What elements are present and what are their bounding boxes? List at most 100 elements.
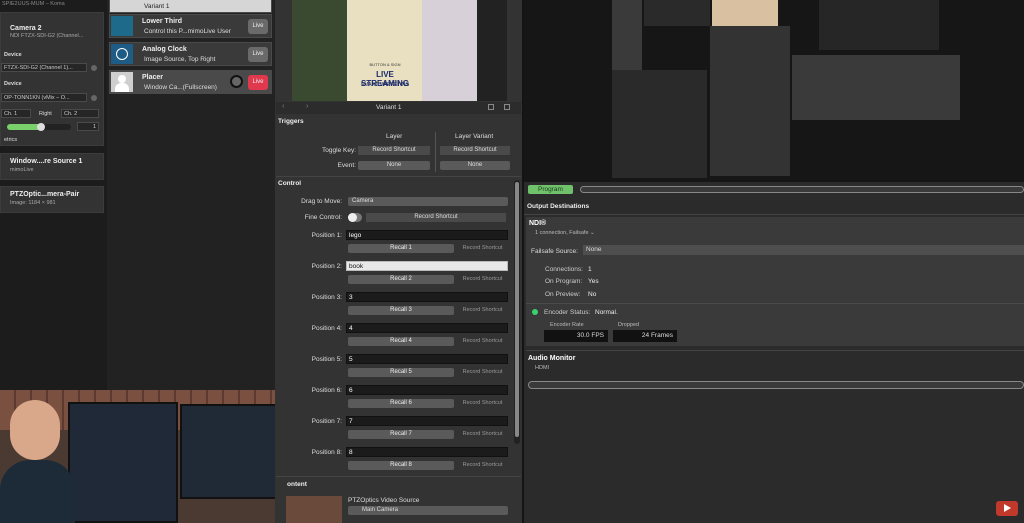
window-source[interactable]: Window....re Source 1 mimoLive [0,153,104,180]
channel-right-select[interactable]: Ch. 2 [61,109,99,118]
position-field[interactable]: 6 [346,385,508,395]
layer-title: Placer [142,74,164,81]
volume-knob-icon[interactable] [230,75,243,88]
position-field[interactable]: 5 [346,354,508,364]
level-value[interactable]: 1 [77,122,99,131]
position-field[interactable]: 3 [346,292,508,302]
program-slider[interactable] [580,186,1024,193]
position-field[interactable]: 7 [346,416,508,426]
chevron-left-icon[interactable]: ‹ [282,103,284,110]
event-select[interactable]: None [440,161,510,170]
audio-monitor-sub[interactable]: HDMI [535,365,549,371]
recall-button[interactable]: Recall 2 [348,275,454,284]
channel-left-select[interactable]: Ch. 1 [1,109,31,118]
ndi-sub[interactable]: 1 connection, Failsafe ⌄ [535,230,595,236]
rate-label: Encoder Rate [550,322,584,328]
copy-icon[interactable] [488,104,494,110]
source-name: PTZOptic...mera-Pair [10,191,80,198]
ptz-source[interactable]: PTZOptic...mera-Pair Image: 1184 × 981 [0,186,104,213]
recall-button[interactable]: Recall 3 [348,306,454,315]
program-button[interactable]: Program [528,185,573,194]
variant-column-label: Layer Variant [455,133,494,140]
connections-label: Connections: [545,266,583,273]
record-shortcut[interactable]: Record Shortcut [457,430,508,439]
recall-button[interactable]: Recall 7 [348,430,454,439]
record-shortcut[interactable]: Record Shortcut [457,306,508,315]
level-fill [7,124,41,130]
metrics-label: etrics [4,137,18,143]
event-select[interactable]: None [358,161,430,170]
record-shortcut-button[interactable]: Record Shortcut [358,146,430,155]
position-field[interactable]: book [346,261,508,271]
preview-image: LIVE STREAMING SMART MARKETING BUTTON & … [292,0,507,101]
fine-control-label: Fine Control: [304,214,342,221]
record-shortcut-button[interactable]: Record Shortcut [366,213,506,222]
device-select[interactable]: FTZX-SDI-G2 (Channel 1)... [1,63,87,72]
control-header: Control [278,180,302,187]
ndi-title: NDI® [529,220,547,227]
recall-button[interactable]: Recall 4 [348,337,454,346]
toggle-key-label: Toggle Key: [322,147,356,154]
content-source-name: PTZOptics Video Source [348,497,420,504]
position-field[interactable]: 4 [346,323,508,333]
recall-button[interactable]: Recall 5 [348,368,454,377]
record-shortcut[interactable]: Record Shortcut [457,461,508,470]
content-thumbnail [286,496,342,523]
recall-button[interactable]: Recall 1 [348,244,454,253]
connections-value: 1 [588,266,592,273]
presenter-body [0,460,75,523]
record-shortcut[interactable]: Record Shortcut [457,337,508,346]
layer-item[interactable]: Lower Third Control this P...mimoLive Us… [109,14,272,38]
recall-button[interactable]: Recall 6 [348,399,454,408]
fine-control-toggle[interactable] [348,213,362,222]
onprogram-value: Yes [588,278,599,285]
layer-item[interactable]: Analog Clock Image Source, Top Right Liv… [109,42,272,66]
record-shortcut-button[interactable]: Record Shortcut [440,146,510,155]
live-button[interactable]: Live [248,19,268,34]
right-label: Right [39,111,52,117]
device2-select[interactable]: OP-TONN1KN (vMix – O... [1,93,87,102]
position-field[interactable]: 8 [346,447,508,457]
camera-select[interactable]: Main Camera [348,506,508,515]
duplicate-icon[interactable] [504,104,510,110]
layer-thumbnail [111,16,133,36]
event-label: Event: [337,162,356,169]
chevron-right-icon[interactable]: › [306,103,308,110]
layer-item[interactable]: Variant 1 [109,0,272,13]
layer-title: Lower Third [142,18,183,25]
device2-label: Device [4,81,22,87]
layer-sub: Image Source, Top Right [144,56,216,63]
webcam-overlay [0,390,287,523]
source-sub: mimoLive [10,167,34,173]
failsafe-label: Failsafe Source: [531,248,578,255]
dropped-label: Dropped [618,322,640,328]
layer-sub: Window Ca...(Fullscreen) [144,84,217,91]
position-label: Position 8: [311,449,342,456]
live-button[interactable]: Live [248,47,268,62]
drag-select[interactable]: Camera [348,197,508,206]
camera-2-source[interactable]: Camera 2 NDI FTZX-SDI-G2 (Channel... Dev… [0,12,104,146]
device-label: Device [4,52,22,58]
encoder-label: Encoder Status: [544,309,591,316]
level-slider[interactable] [7,123,71,131]
source-top-label: SPIE2UUS-MUM – Koma [2,1,65,7]
variant-name[interactable]: Variant 1 [376,104,402,111]
record-shortcut[interactable]: Record Shortcut [457,275,508,284]
monitor-image [180,404,284,499]
rate-value: 30.0 FPS [544,330,608,342]
position-field[interactable]: lego [346,230,508,240]
layer-item[interactable]: Placer Window Ca...(Fullscreen) Live [109,70,272,94]
live-button[interactable]: Live [248,75,268,90]
info-icon [91,65,97,71]
info-icon [91,95,97,101]
slider-knob[interactable] [37,123,45,131]
failsafe-select[interactable]: None [583,245,1024,255]
record-shortcut[interactable]: Record Shortcut [457,399,508,408]
record-shortcut[interactable]: Record Shortcut [457,244,508,253]
record-shortcut[interactable]: Record Shortcut [457,368,508,377]
play-icon[interactable] [996,501,1018,516]
position-label: Position 4: [311,325,342,332]
position-label: Position 7: [311,418,342,425]
scrollbar[interactable] [514,180,520,444]
recall-button[interactable]: Recall 8 [348,461,454,470]
